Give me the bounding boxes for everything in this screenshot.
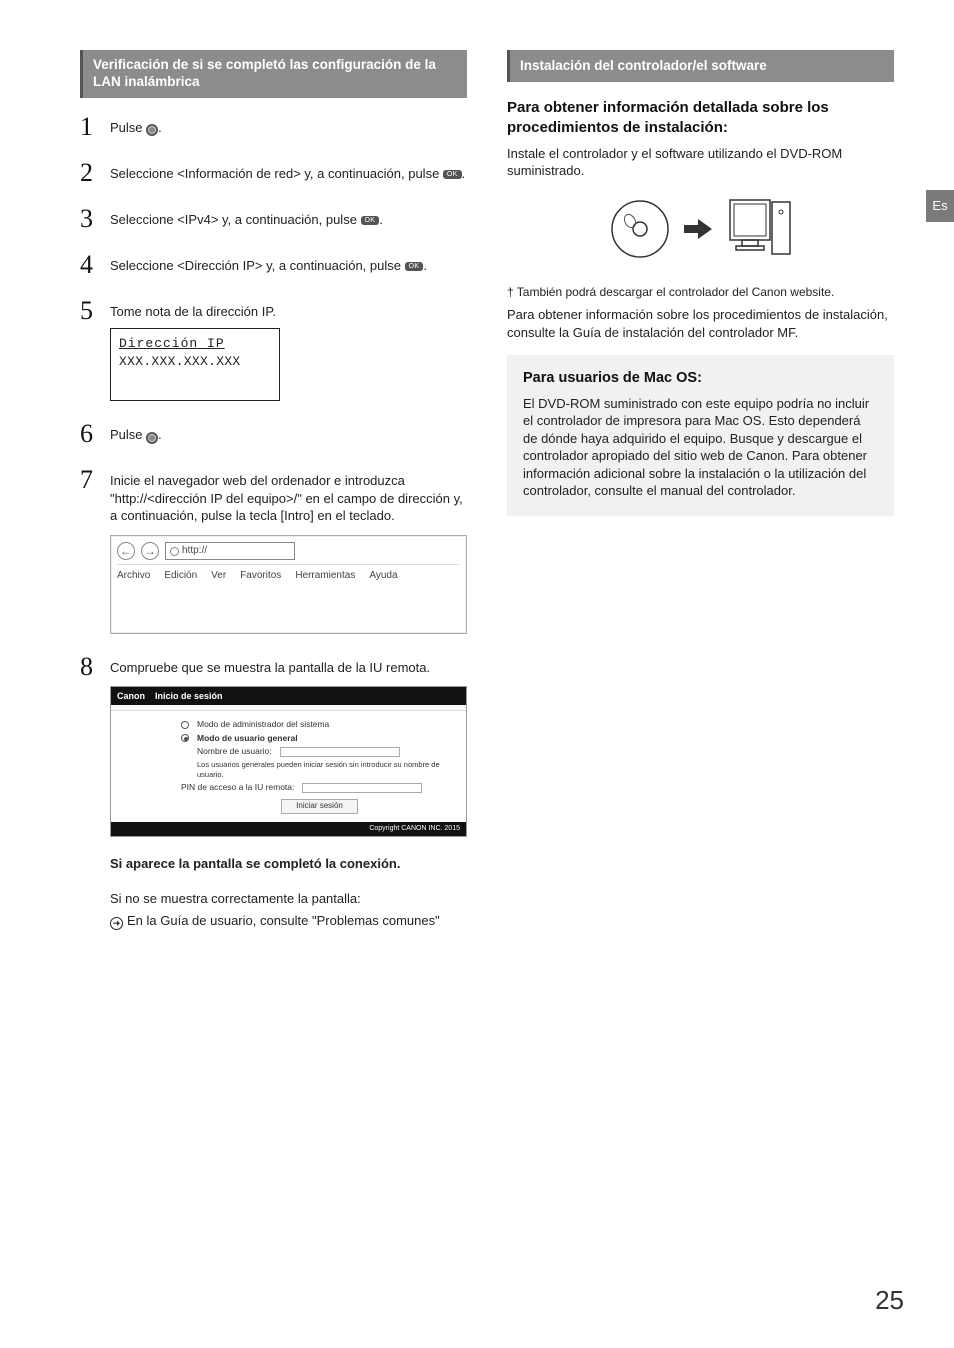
radio-user-mode	[181, 734, 189, 742]
step-3: 3 Seleccione <IPv4> y, a continuación, p…	[80, 206, 467, 232]
language-side-tab: Es	[926, 190, 954, 222]
radio-admin-mode	[181, 721, 189, 729]
step-7: 7 Inicie el navegador web del ordenador …	[80, 467, 467, 633]
step-number: 3	[80, 206, 98, 232]
verification-steps: 1 Pulse . 2 Seleccione <Información de r…	[80, 114, 467, 929]
download-note: † También podrá descargar el controlador…	[507, 284, 894, 300]
username-label: Nombre de usuario:	[197, 746, 272, 757]
step-1: 1 Pulse .	[80, 114, 467, 140]
browser-address-bar: http://	[165, 542, 295, 560]
ip-display-value: XXX.XXX.XXX.XXX	[119, 353, 271, 371]
disc-icon	[608, 197, 672, 261]
mode-admin-label: Modo de administrador del sistema	[197, 719, 329, 730]
arrow-icon	[684, 219, 712, 239]
install-body-1: Instale el controlador y el software uti…	[507, 145, 894, 180]
login-brand: Canon	[117, 690, 145, 702]
computer-icon	[724, 194, 794, 264]
step-text-post: .	[379, 212, 383, 227]
step-number: 2	[80, 160, 98, 186]
step-text-pre: Seleccione <Dirección IP> y, a continuac…	[110, 258, 405, 273]
step-2: 2 Seleccione <Información de red> y, a c…	[80, 160, 467, 186]
browser-menu-item: Edición	[164, 569, 197, 583]
menu-icon	[146, 432, 158, 444]
step-text-pre: Pulse	[110, 427, 146, 442]
step-text-pre: Pulse	[110, 120, 146, 135]
globe-icon	[170, 547, 179, 556]
step-text-pre: Seleccione <IPv4> y, a continuación, pul…	[110, 212, 361, 227]
browser-menu-item: Favoritos	[240, 569, 281, 583]
step-text-post: .	[158, 120, 162, 135]
mac-os-title: Para usuarios de Mac OS:	[523, 369, 878, 389]
step-text-post: .	[462, 166, 466, 181]
step-text-post: .	[158, 427, 162, 442]
step-number: 6	[80, 421, 98, 447]
step-5: 5 Tome nota de la dirección IP. Direcció…	[80, 298, 467, 402]
step-6: 6 Pulse .	[80, 421, 467, 447]
dvd-to-computer-illustration	[507, 194, 894, 264]
pin-label: PIN de acceso a la IU remota:	[181, 782, 294, 793]
mac-os-note-box: Para usuarios de Mac OS: El DVD-ROM sumi…	[507, 355, 894, 516]
connection-completed-text: Si aparece la pantalla se completó la co…	[110, 855, 467, 873]
reference-arrow-icon: ➜	[110, 917, 123, 930]
browser-forward-icon: →	[141, 542, 159, 560]
right-column: Instalación del controlador/el software …	[507, 50, 894, 949]
step-text: Inicie el navegador web del ordenador e …	[110, 472, 467, 525]
pin-input	[302, 783, 422, 793]
browser-back-icon: ←	[117, 542, 135, 560]
ok-icon: OK	[405, 262, 424, 271]
left-column: Verificación de si se completó las confi…	[80, 50, 467, 949]
browser-mockup: ← → http:// Archivo Edición Ver Favorito…	[110, 535, 467, 634]
screen-not-shown-text: Si no se muestra correctamente la pantal…	[110, 890, 467, 908]
step-8: 8 Compruebe que se muestra la pantalla d…	[80, 654, 467, 930]
login-copyright: Copyright CANON INC. 2015	[111, 822, 466, 835]
username-hint: Los usuarios generales pueden iniciar se…	[197, 760, 458, 780]
browser-menu-item: Herramientas	[295, 569, 355, 583]
browser-menu-item: Ayuda	[369, 569, 397, 583]
mode-user-label: Modo de usuario general	[197, 733, 298, 744]
right-section-header: Instalación del controlador/el software	[507, 50, 894, 82]
username-input	[280, 747, 400, 757]
browser-menu-item: Archivo	[117, 569, 150, 583]
step-text-post: .	[423, 258, 427, 273]
step-number: 1	[80, 114, 98, 140]
step-4: 4 Seleccione <Dirección IP> y, a continu…	[80, 252, 467, 278]
ip-display-title: Dirección IP	[119, 335, 271, 353]
ip-display-box: Dirección IP XXX.XXX.XXX.XXX	[110, 328, 280, 401]
remote-ui-login-mockup: Canon Inicio de sesión Modo de administr…	[110, 686, 467, 837]
step-text: Compruebe que se muestra la pantalla de …	[110, 659, 467, 677]
install-body-2: Para obtener información sobre los proce…	[507, 306, 894, 341]
step-text: Tome nota de la dirección IP.	[110, 303, 467, 321]
ok-icon: OK	[361, 216, 380, 225]
user-guide-ref: En la Guía de usuario, consulte "Problem…	[127, 913, 440, 928]
browser-menu-item: Ver	[211, 569, 226, 583]
ok-icon: OK	[443, 170, 462, 179]
step-number: 7	[80, 467, 98, 493]
step-number: 4	[80, 252, 98, 278]
step-number: 5	[80, 298, 98, 324]
browser-url: http://	[182, 544, 207, 558]
step-number: 8	[80, 654, 98, 680]
install-detailed-heading: Para obtener información detallada sobre…	[507, 98, 894, 139]
mac-os-body: El DVD-ROM suministrado con este equipo …	[523, 395, 878, 500]
menu-icon	[146, 124, 158, 136]
login-button: Iniciar sesión	[281, 799, 358, 814]
login-title: Inicio de sesión	[155, 690, 223, 702]
page-number: 25	[875, 1283, 904, 1318]
browser-menu-row: Archivo Edición Ver Favoritos Herramient…	[117, 565, 460, 583]
left-section-header: Verificación de si se completó las confi…	[80, 50, 467, 98]
step-text-pre: Seleccione <Información de red> y, a con…	[110, 166, 443, 181]
